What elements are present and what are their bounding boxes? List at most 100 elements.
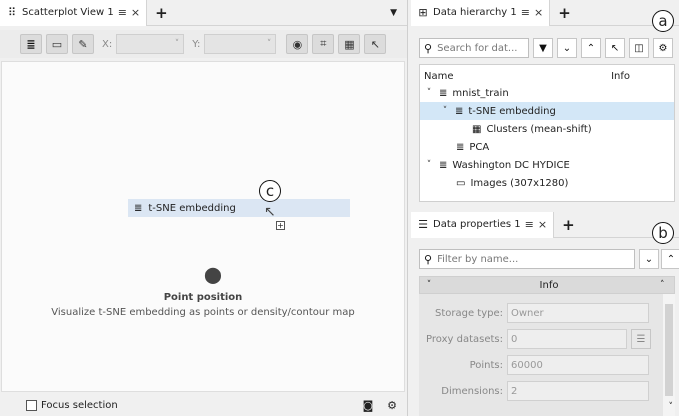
image-button[interactable]: ▭ [46, 34, 68, 54]
cursor-icon: ↖ [264, 204, 276, 220]
camera-icon[interactable]: ◙ [359, 397, 377, 413]
scatterplot-view: ⠿ Scatterplot View 1 ≡ × + ▼ ≣ ▭ ✎ X: ˅ … [0, 0, 408, 416]
hierarchy-search-input[interactable]: ⚲ Search for dat... [419, 38, 529, 58]
tab-data-hierarchy[interactable]: ⊞ Data hierarchy 1 ≡ × [411, 0, 551, 26]
grid-button[interactable]: ▦ [338, 34, 361, 54]
chevron-down-icon[interactable]: ˅ [440, 106, 450, 116]
list-icon[interactable]: ☰ [631, 329, 651, 349]
close-icon[interactable]: × [534, 6, 543, 19]
close-icon[interactable]: × [131, 6, 140, 19]
y-axis-label: Y: [192, 38, 201, 50]
tree-item-label: t-SNE embedding [468, 105, 556, 117]
chevron-down-icon[interactable]: ˅ [669, 402, 674, 412]
dropdown-icon[interactable]: ▼ [390, 8, 397, 18]
tab-scatterplot[interactable]: ⠿ Scatterplot View 1 ≡ × [0, 0, 148, 26]
density-button[interactable]: ⌗ [312, 34, 335, 54]
info-group-header[interactable]: ˅ Info ˄ [419, 276, 675, 294]
scatterplot-statusbar: Focus selection ◙ ⚙ [0, 394, 407, 416]
tree-item-label: Washington DC HYDICE [452, 159, 570, 171]
clusters-icon: ▦ [472, 123, 482, 135]
database-icon: ≣ [456, 141, 465, 153]
column-name: Name [424, 71, 454, 82]
data-hierarchy-panel: ⊞ Data hierarchy 1 ≡ × + a ⚲ Search for … [411, 0, 679, 208]
tab-data-properties[interactable]: ☰ Data properties 1 ≡ × [411, 211, 555, 238]
tab-menu-icon[interactable]: ≡ [525, 218, 534, 231]
plus-icon: + [276, 221, 285, 230]
gear-icon[interactable]: ⚙ [383, 397, 401, 413]
search-icon: ⚲ [424, 252, 433, 266]
property-row: Dimensions: 2 [419, 378, 675, 404]
drag-item-label: t-SNE embedding [148, 202, 236, 214]
hierarchy-toolbar: ⚲ Search for dat... ▼ ⌄ ⌃ ↖ ◫ ⚙ [419, 37, 675, 59]
tree-item-label: Clusters (mean-shift) [486, 123, 592, 135]
hierarchy-tabbar: ⊞ Data hierarchy 1 ≡ × + [411, 0, 679, 26]
add-tab-button[interactable]: + [550, 4, 579, 22]
tree-item[interactable]: ≣ PCA [420, 138, 674, 156]
chevron-up-icon[interactable]: ˄ [660, 280, 674, 290]
tree-item[interactable]: ▦ Clusters (mean-shift) [420, 120, 674, 138]
property-label: Proxy datasets: [426, 333, 503, 345]
property-row: Storage type: Owner [419, 300, 675, 326]
tree-item-label: Images (307x1280) [470, 177, 569, 189]
property-value: 2 [507, 381, 649, 401]
add-tab-button[interactable]: + [147, 4, 176, 22]
tree-item[interactable]: ˅ ≣ Washington DC HYDICE [420, 156, 674, 174]
callout-b: b [652, 222, 674, 244]
tree-item[interactable]: ▭ Images (307x1280) [420, 174, 674, 192]
callout-a: a [652, 10, 674, 32]
column-info: Info [611, 71, 630, 82]
scrollbar-thumb[interactable] [665, 304, 673, 396]
hierarchy-icon: ⊞ [418, 6, 428, 19]
tab-menu-icon[interactable]: ≡ [521, 6, 530, 19]
database-button[interactable]: ≣ [20, 34, 42, 54]
select-cursor-icon[interactable]: ↖ [605, 38, 625, 58]
plot-canvas[interactable]: ≣ t-SNE embedding ↖ + c ⬤ Point position… [1, 61, 405, 392]
focus-selection-checkbox[interactable] [26, 399, 37, 411]
database-icon: ≣ [134, 202, 143, 214]
data-properties-panel: ☰ Data properties 1 ≡ × + b ⚲ Filter by … [411, 211, 679, 416]
add-tab-button[interactable]: + [554, 216, 583, 234]
close-icon[interactable]: × [538, 218, 547, 231]
property-label: Dimensions: [441, 385, 503, 397]
collapse-all-icon[interactable]: ⌄ [639, 249, 659, 269]
select-cursor-button[interactable]: ↖ [364, 34, 387, 54]
properties-filter-input[interactable]: ⚲ Filter by name... [419, 249, 635, 269]
group-label: Info [539, 279, 559, 291]
search-icon: ⚲ [424, 41, 433, 55]
tree-item[interactable]: ˅ ≣ mnist_train [420, 84, 674, 102]
tab-menu-icon[interactable]: ≡ [118, 6, 127, 19]
columns-icon[interactable]: ◫ [629, 38, 649, 58]
property-label: Storage type: [434, 307, 503, 319]
chevron-down-icon: ˅ [266, 39, 272, 49]
point-position-title: Point position [163, 292, 243, 303]
expand-all-icon[interactable]: ⌃ [581, 38, 601, 58]
chevron-down-icon: ˅ [426, 280, 432, 290]
expand-all-icon[interactable]: ⌃ [661, 249, 679, 269]
search-placeholder: Search for dat... [437, 42, 518, 54]
property-value: 0 [507, 329, 627, 349]
tab-title: Scatterplot View 1 [22, 7, 114, 18]
property-value: 60000 [507, 355, 649, 375]
chevron-down-icon: ˅ [174, 39, 180, 49]
properties-tabbar: ☰ Data properties 1 ≡ × + [411, 211, 679, 238]
color-button[interactable]: ◉ [286, 34, 309, 54]
scatterplot-toolbar: ≣ ▭ ✎ X: ˅ Y: ˅ ◉ ⌗ ▦ ↖ [0, 30, 407, 58]
tree-header: Name Info [420, 65, 674, 84]
chevron-down-icon[interactable]: ˅ [424, 88, 434, 98]
drag-item[interactable]: ≣ t-SNE embedding [128, 199, 350, 217]
brush-button[interactable]: ✎ [72, 34, 94, 54]
filter-icon[interactable]: ▼ [533, 38, 553, 58]
database-icon: ≣ [455, 105, 464, 117]
x-dimension-select[interactable]: ˅ [116, 34, 185, 54]
gear-icon[interactable]: ⚙ [653, 38, 673, 58]
database-icon: ≣ [439, 87, 448, 99]
properties-scrollbar[interactable] [663, 294, 675, 416]
tree-item-selected[interactable]: ˅ ≣ t-SNE embedding [420, 102, 674, 120]
callout-c: c [259, 180, 281, 202]
location-pin-icon: ⬤ [204, 265, 222, 284]
property-label: Points: [469, 359, 503, 371]
collapse-all-icon[interactable]: ⌄ [557, 38, 577, 58]
tab-title: Data hierarchy 1 [433, 7, 517, 18]
chevron-down-icon[interactable]: ˅ [424, 160, 434, 170]
y-dimension-select[interactable]: ˅ [204, 34, 277, 54]
